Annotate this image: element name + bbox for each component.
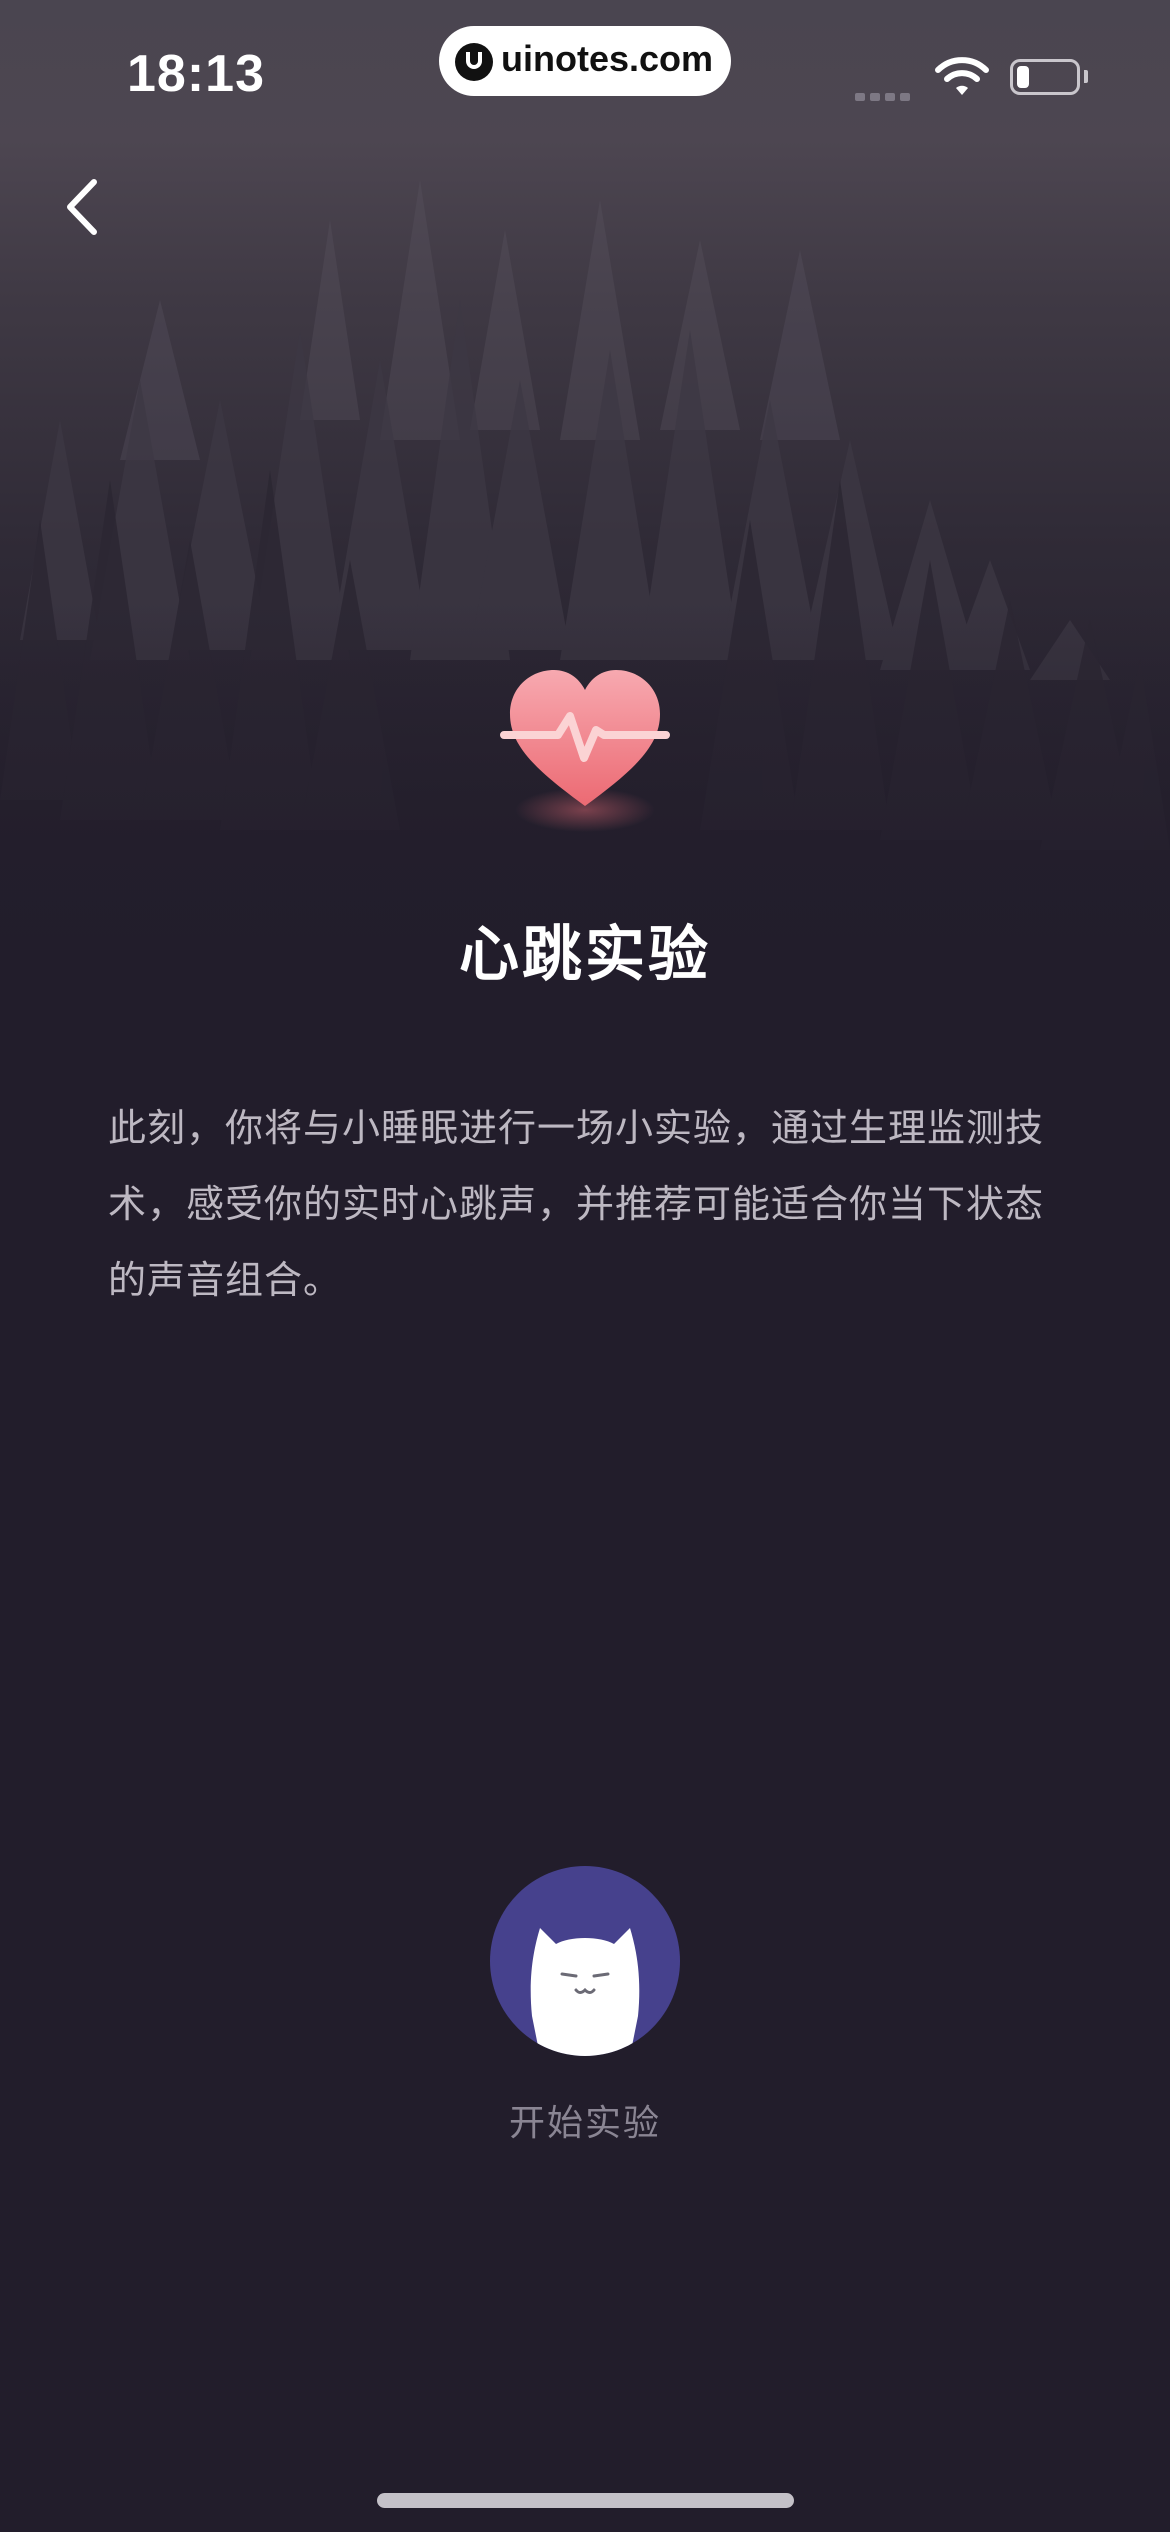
sleeping-cat-moon-icon (530, 1884, 640, 2056)
forest-background (0, 0, 1170, 1000)
battery-low-icon (1010, 59, 1080, 95)
heartbeat-heart-icon (496, 660, 674, 844)
url-pill: uinotes.com (439, 26, 731, 96)
start-experiment-label[interactable]: 开始实验 (0, 2094, 1170, 2146)
uinotes-logo-icon (455, 43, 493, 81)
page-title: 心跳实验 (459, 920, 711, 990)
screen: 18:13 uinotes.com 心跳实验 此刻，你将与小睡眠进行一场小实验，… (0, 0, 1170, 2532)
status-time: 18:13 (127, 45, 265, 103)
description-text: 此刻，你将与小睡眠进行一场小实验，通过生理监测技术，感受你的实时心跳声，并推荐可… (108, 1106, 1045, 1302)
start-experiment-button[interactable] (490, 1866, 680, 2056)
home-indicator[interactable] (377, 2493, 794, 2508)
url-text: uinotes.com (501, 38, 714, 79)
wifi-icon (934, 56, 990, 102)
cellular-signal-icon (855, 86, 915, 105)
back-button[interactable] (60, 176, 110, 238)
battery-tip (1084, 70, 1088, 83)
chevron-left-icon (67, 179, 97, 235)
